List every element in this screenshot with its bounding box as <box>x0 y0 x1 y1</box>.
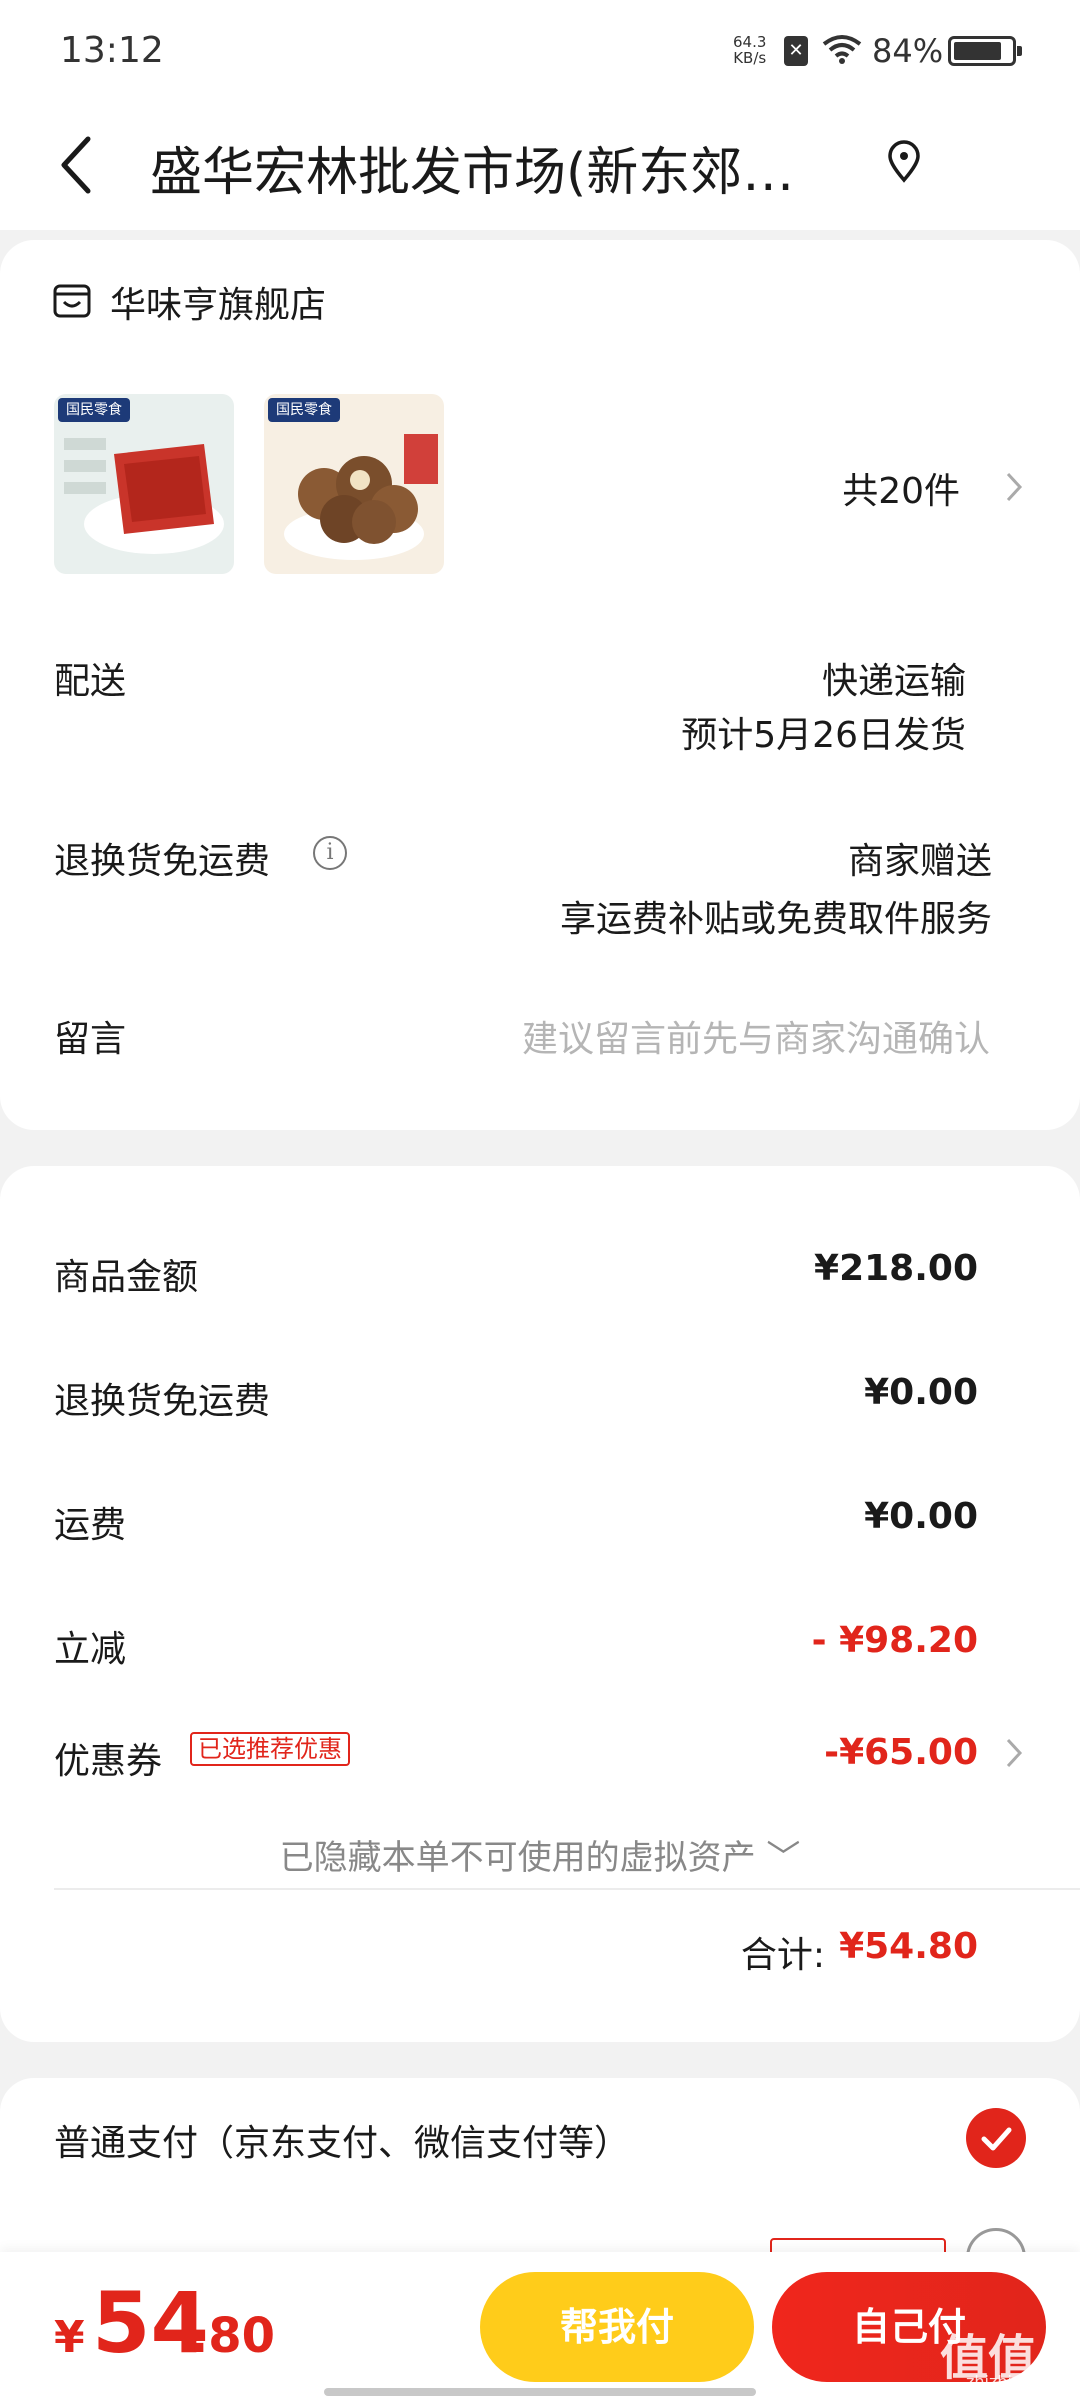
note-label: 留言 <box>54 1019 127 1060</box>
home-indicator[interactable] <box>324 2388 756 2396</box>
delivery-label: 配送 <box>54 661 127 702</box>
battery-tip <box>1017 46 1022 56</box>
note-input[interactable]: 建议留言前先与商家沟通确认 <box>522 1010 990 1062</box>
payment-method-label[interactable]: 普通支付（京东支付、微信支付等） <box>54 2114 630 2166</box>
battery-icon <box>948 36 1022 66</box>
no-sim-icon: ✕ <box>784 36 808 66</box>
product-thumbnail-jerky[interactable]: 国民零食 <box>54 394 234 574</box>
price-currency: ¥ <box>54 2312 85 2363</box>
back-arrow-icon[interactable] <box>52 125 112 205</box>
return-free-value: 商家赠送 <box>847 841 992 882</box>
shop-icon <box>53 284 91 318</box>
total-value: ¥54.80 <box>839 1926 978 1967</box>
order-card: 华味亨旗舰店 国民零食 国民零食 共20件 配送 快递运输 预计5月26日发货 <box>0 240 1080 1130</box>
return-free-desc: 享运费补贴或免费取件服务 <box>559 899 992 940</box>
coupon-label[interactable]: 优惠券 <box>54 1732 162 1784</box>
battery-percent: 84% <box>872 32 944 70</box>
network-speed-value: 64.3 <box>733 33 767 51</box>
return-fee-label: 退换货免运费 <box>54 1381 271 1422</box>
chevron-right-icon[interactable] <box>1004 1736 1024 1770</box>
info-icon[interactable]: i <box>313 836 347 870</box>
address-title[interactable]: 盛华宏林批发市场(新东郊… <box>150 130 830 205</box>
goods-amount-label: 商品金额 <box>54 1257 199 1298</box>
chevron-right-icon[interactable] <box>1004 470 1024 504</box>
divider <box>54 1888 1080 1890</box>
coupon-recommended-tag[interactable]: 已选推荐优惠 <box>190 1732 350 1766</box>
help-pay-button[interactable]: 帮我付 <box>480 2272 754 2382</box>
return-fee-value: ¥0.00 <box>864 1372 978 1413</box>
hidden-assets-toggle[interactable]: 已隐藏本单不可使用的虚拟资产 ﹀ <box>0 1830 1080 1879</box>
total-label: 合计: <box>740 1935 825 1976</box>
location-pin-icon[interactable] <box>884 140 924 184</box>
shop-name[interactable]: 华味亨旗舰店 <box>110 276 326 328</box>
shipping-label: 运费 <box>54 1505 127 1546</box>
check-glyph <box>981 2127 1012 2151</box>
network-speed: 64.3 KB/s <box>733 34 766 66</box>
delivery-method[interactable]: 快递运输 <box>822 652 966 704</box>
checkout-bar: ¥ 54 .80 帮我付 自己付 <box>0 2252 1080 2400</box>
product-thumbnail-macadamia[interactable]: 国民零食 <box>264 394 444 574</box>
watermark-url: zhizhizhi.com <box>966 2372 1075 2391</box>
product-badge: 国民零食 <box>268 398 340 422</box>
battery-fill <box>954 42 1001 60</box>
network-speed-unit: KB/s <box>733 49 767 67</box>
item-count[interactable]: 共20件 <box>842 462 960 514</box>
price-summary-card: 商品金额 ¥218.00 退换货免运费 ¥0.00 运费 ¥0.00 立减 - … <box>0 1166 1080 2042</box>
shipping-value: ¥0.00 <box>864 1496 978 1537</box>
checkmark-icon[interactable] <box>966 2108 1026 2168</box>
wifi-icon <box>822 35 862 64</box>
price-decimal: .80 <box>190 2308 276 2364</box>
discount-label: 立减 <box>54 1629 127 1670</box>
discount-value: - ¥98.20 <box>811 1620 978 1661</box>
status-time: 13:12 <box>60 30 164 71</box>
return-free-label: 退换货免运费 <box>54 841 271 882</box>
coupon-value[interactable]: -¥65.00 <box>824 1732 978 1773</box>
product-badge: 国民零食 <box>58 398 130 422</box>
delivery-eta: 预计5月26日发货 <box>681 715 966 756</box>
goods-amount-value: ¥218.00 <box>814 1248 978 1289</box>
status-bar: 13:12 64.3 KB/s ✕ 84% <box>0 0 1080 100</box>
nav-bar: 盛华宏林批发市场(新东郊… <box>0 100 1080 230</box>
